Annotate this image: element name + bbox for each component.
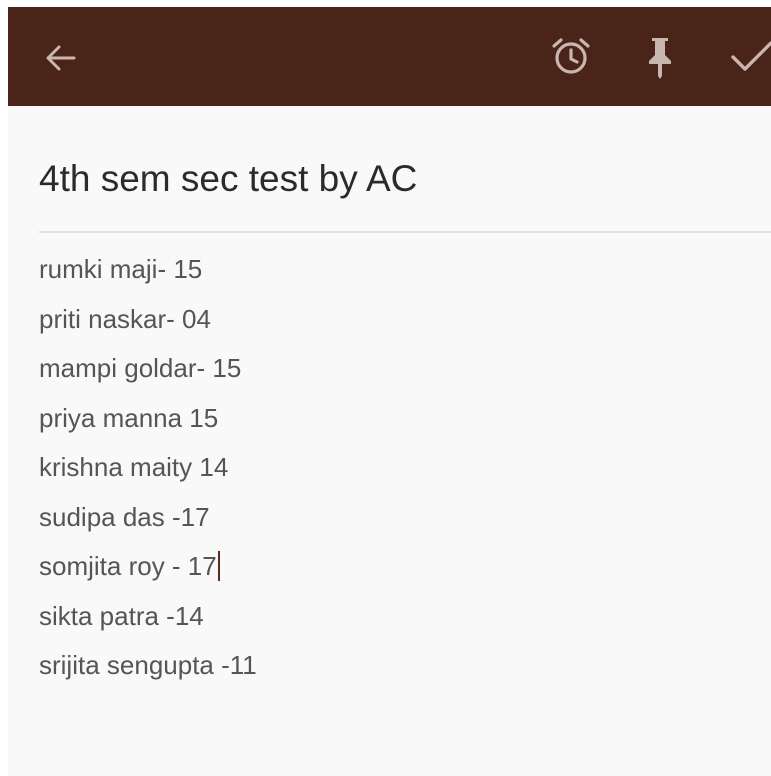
checkmark-icon — [731, 41, 771, 71]
back-button[interactable] — [36, 33, 86, 83]
pin-button[interactable] — [636, 29, 684, 85]
note-line: sudipa das -17 — [39, 501, 210, 532]
note-line: rumki maji- 15 — [39, 254, 203, 284]
note-line: krishna maity 14 — [39, 452, 229, 482]
title-divider — [39, 231, 771, 233]
note-line: priti naskar- 04 — [39, 303, 211, 334]
arrow-back-icon — [46, 45, 76, 71]
top-toolbar — [8, 7, 771, 106]
reminder-button[interactable] — [544, 29, 598, 83]
note-line: sikta patra -14 — [39, 600, 204, 631]
note-body[interactable]: rumki maji- 15 priti naskar- 04 mampi go… — [39, 245, 759, 691]
pin-icon — [649, 38, 671, 79]
note-line: mampi goldar- 15 — [39, 353, 242, 383]
note-line: srijita sengupta -11 — [39, 650, 257, 680]
note-line: priya manna 15 — [39, 402, 219, 433]
text-cursor — [217, 551, 220, 582]
done-button[interactable] — [726, 29, 771, 83]
note-content: 4th sem sec test by AC rumki maji- 15 pr… — [8, 106, 771, 776]
screenshot-frame: 4th sem sec test by AC rumki maji- 15 pr… — [0, 0, 771, 776]
note-editor-screen: 4th sem sec test by AC rumki maji- 15 pr… — [8, 7, 771, 776]
note-title[interactable]: 4th sem sec test by AC — [39, 158, 417, 200]
alarm-clock-icon — [552, 38, 590, 74]
note-line: somjita roy - 17 — [39, 542, 759, 592]
